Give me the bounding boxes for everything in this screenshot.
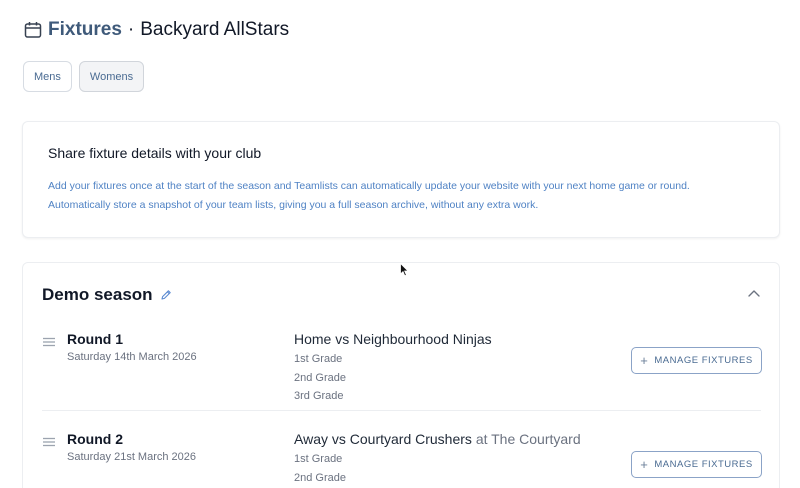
info-title: Share fixture details with your club: [48, 145, 262, 161]
chevron-up-icon[interactable]: [747, 288, 761, 298]
grade-label: 2nd Grade: [294, 372, 346, 384]
season-name: Demo season: [42, 285, 153, 304]
club-name: Backyard AllStars: [140, 19, 290, 40]
team-tabs: Mens Womens: [23, 61, 145, 92]
season-card: Demo season Round 1 Saturday 14th March …: [22, 262, 780, 488]
page-title: Fixtures: [48, 19, 122, 40]
drag-handle-icon[interactable]: [43, 337, 55, 347]
info-text-line-1: Add your fixtures once at the start of t…: [48, 180, 690, 192]
manage-fixtures-button[interactable]: + MANAGE FIXTURES: [631, 347, 762, 374]
grade-label: 1st Grade: [294, 353, 343, 365]
manage-fixtures-label: MANAGE FIXTURES: [654, 459, 753, 470]
fixtures-page: Fixtures · Backyard AllStars Mens Womens…: [0, 0, 800, 488]
plus-icon: +: [640, 353, 649, 368]
season-header: Demo season: [42, 285, 172, 305]
manage-fixtures-label: MANAGE FIXTURES: [654, 355, 753, 366]
grade-label: 1st Grade: [294, 453, 343, 465]
grade-label: 3rd Grade: [294, 390, 344, 402]
share-info-card: Share fixture details with your club Add…: [22, 121, 780, 238]
grade-label: 2nd Grade: [294, 472, 346, 484]
mouse-cursor-icon: [400, 263, 409, 277]
round-name: Round 1: [67, 331, 123, 347]
round-row: Round 1 Saturday 14th March 2026 Home vs…: [42, 329, 762, 411]
drag-handle-icon[interactable]: [43, 437, 55, 447]
match-venue: at The Courtyard: [475, 431, 581, 447]
tab-mens[interactable]: Mens: [23, 61, 72, 92]
match-opponent: Away vs Courtyard Crushers: [294, 431, 472, 447]
round-date: Saturday 21st March 2026: [67, 451, 197, 463]
round-date: Saturday 14th March 2026: [67, 351, 197, 363]
match-opponent: Home vs Neighbourhood Ninjas: [294, 331, 492, 347]
tab-womens[interactable]: Womens: [78, 61, 145, 92]
calendar-icon: [24, 22, 42, 38]
info-text-line-2: Automatically store a snapshot of your t…: [48, 199, 539, 211]
title-separator: ·: [127, 19, 135, 40]
page-header: Fixtures · Backyard AllStars: [24, 18, 289, 42]
round-row: Round 2 Saturday 21st March 2026 Away vs…: [42, 429, 762, 488]
match-title: Away vs Courtyard Crushers at The Courty…: [294, 431, 581, 447]
pencil-icon[interactable]: [160, 289, 172, 301]
match-title: Home vs Neighbourhood Ninjas: [294, 331, 492, 347]
manage-fixtures-button[interactable]: + MANAGE FIXTURES: [631, 451, 762, 478]
plus-icon: +: [640, 457, 649, 472]
round-name: Round 2: [67, 431, 123, 447]
